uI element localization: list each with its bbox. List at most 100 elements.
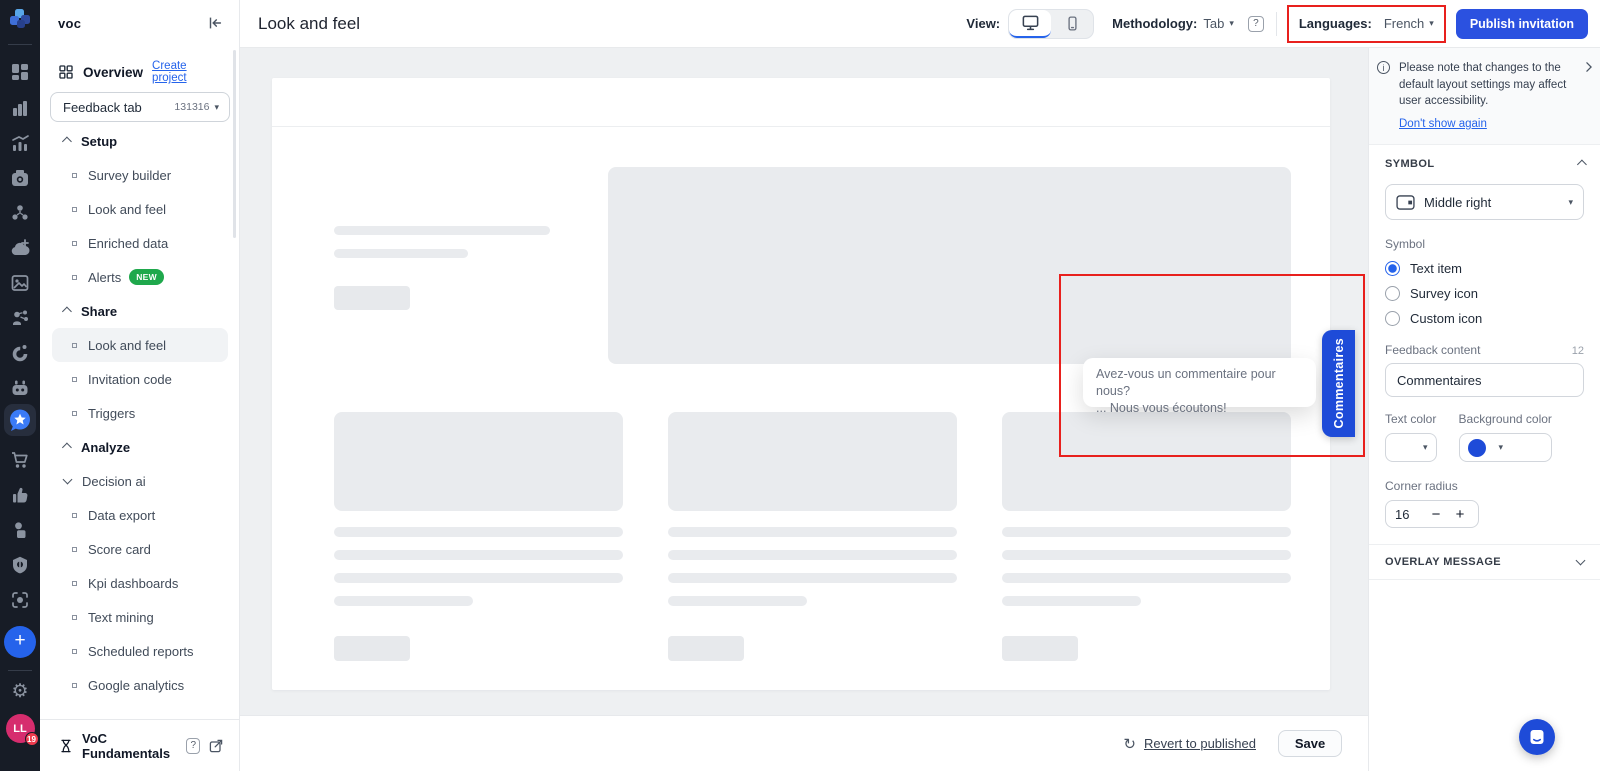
- sidebar-item-look-and-feel[interactable]: Look and feel: [52, 328, 228, 362]
- position-dropdown[interactable]: Middle right ▾: [1385, 184, 1584, 220]
- collapse-sidebar-icon[interactable]: [206, 14, 224, 32]
- text-color-label: Text color: [1385, 412, 1437, 426]
- sidebar-item-invitation-code[interactable]: Invitation code: [52, 362, 228, 396]
- sidebar-section-share[interactable]: Share: [52, 294, 228, 328]
- symbol-radio-group: Text item Survey icon Custom icon: [1385, 261, 1584, 326]
- avatar[interactable]: LL19: [0, 714, 40, 743]
- bullet-icon: [72, 683, 77, 688]
- methodology-help-button[interactable]: ?: [1248, 16, 1264, 32]
- dashboard-icon[interactable]: [0, 62, 40, 82]
- image-icon[interactable]: [0, 273, 40, 293]
- shield-icon[interactable]: [0, 555, 40, 575]
- donut-icon[interactable]: [0, 343, 40, 363]
- sidebar-item-decision-ai[interactable]: Decision ai: [52, 464, 228, 498]
- bullet-icon: [72, 513, 77, 518]
- sidebar-item-triggers[interactable]: Triggers: [52, 396, 228, 430]
- gear-icon[interactable]: ⚙: [0, 682, 40, 702]
- logo: [0, 8, 40, 30]
- desktop-view-button[interactable]: [1009, 10, 1051, 38]
- sidebar-item-kpi-dashboards[interactable]: Kpi dashboards: [52, 566, 228, 600]
- sidebar-section-setup[interactable]: Setup: [52, 124, 228, 158]
- sidebar-item-scheduled-reports[interactable]: Scheduled reports: [52, 634, 228, 668]
- new-badge: NEW: [129, 269, 164, 285]
- sidebar-item-google-analytics[interactable]: Google analytics: [52, 668, 228, 702]
- publish-invitation-button[interactable]: Publish invitation: [1456, 9, 1588, 39]
- network-icon[interactable]: [0, 308, 40, 328]
- radio-custom-icon[interactable]: Custom icon: [1385, 311, 1584, 326]
- add-button[interactable]: +: [0, 626, 40, 658]
- sidebar-item-alerts[interactable]: AlertsNEW: [52, 260, 228, 294]
- feedback-content-input[interactable]: [1385, 363, 1584, 397]
- help-icon[interactable]: ?: [186, 738, 200, 754]
- revert-to-published-link[interactable]: ↻ Revert to published: [1123, 735, 1256, 753]
- radio-survey-icon[interactable]: Survey icon: [1385, 286, 1584, 301]
- background-color-swatch: [1468, 439, 1486, 457]
- overview-grid-icon: [58, 64, 74, 80]
- view-toggle: [1008, 9, 1094, 39]
- bullet-icon: [72, 343, 77, 348]
- sidebar-item-data-export[interactable]: Data export: [52, 498, 228, 532]
- overlay-message-section: OVERLAY MESSAGE: [1369, 544, 1600, 580]
- refresh-icon: ↻: [1123, 735, 1136, 753]
- overlay-message-title: OVERLAY MESSAGE: [1385, 556, 1501, 568]
- bar-chart-icon[interactable]: [0, 98, 40, 118]
- chevron-right-icon[interactable]: [1582, 60, 1596, 74]
- external-link-icon[interactable]: [208, 738, 224, 754]
- skeleton-line: [334, 226, 550, 235]
- sidebar-item-look-and-feel[interactable]: Look and feel: [52, 192, 228, 226]
- topbar: Look and feel View: Methodology: Tab ▾ ?…: [240, 0, 1600, 48]
- sidebar-scrollbar[interactable]: [233, 50, 236, 238]
- sidebar-item-score-card[interactable]: Score card: [52, 532, 228, 566]
- mobile-icon: [1064, 15, 1081, 32]
- decrease-button[interactable]: −: [1427, 506, 1445, 523]
- background-color-dropdown[interactable]: ▾: [1459, 433, 1552, 462]
- create-project-link[interactable]: Create project: [152, 60, 224, 84]
- bullet-icon: [72, 615, 77, 620]
- radio-text-item[interactable]: Text item: [1385, 261, 1584, 276]
- sidebar-item-enriched-data[interactable]: Enriched data: [52, 226, 228, 260]
- preview-canvas: Avez-vous un commentaire pour nous? ... …: [240, 48, 1368, 715]
- symbol-section-header[interactable]: SYMBOL: [1385, 158, 1584, 170]
- robot-icon[interactable]: [0, 378, 40, 398]
- save-button[interactable]: Save: [1278, 730, 1342, 757]
- languages-label: Languages:: [1299, 16, 1372, 31]
- bullet-icon: [72, 547, 77, 552]
- feedback-tab-button[interactable]: Commentaires: [1322, 330, 1355, 437]
- voc-fundamentals-link[interactable]: VoC Fundamentals: [82, 731, 178, 761]
- skeleton-columns: [334, 412, 1291, 661]
- team-icon[interactable]: [0, 203, 40, 223]
- cloud-add-icon[interactable]: [0, 238, 40, 258]
- sidebar-section-analyze[interactable]: Analyze: [52, 430, 228, 464]
- text-color-dropdown[interactable]: ▾: [1385, 433, 1437, 462]
- thumbs-up-icon[interactable]: [0, 485, 40, 505]
- mobile-view-button[interactable]: [1051, 10, 1093, 38]
- increase-button[interactable]: +: [1451, 506, 1469, 523]
- plus-icon: +: [4, 626, 36, 658]
- symbol-section: SYMBOL Middle right ▾ Symbol Text itemSu…: [1369, 145, 1600, 528]
- user-icon[interactable]: [0, 520, 40, 540]
- methodology-dropdown[interactable]: Tab: [1203, 16, 1224, 31]
- project-selector[interactable]: Feedback tab 131316 ▾: [50, 92, 230, 122]
- sidebar-sections: SetupSurvey builderLook and feelEnriched…: [40, 124, 240, 702]
- languages-dropdown[interactable]: French: [1384, 16, 1424, 31]
- chat-launcher-button[interactable]: [1519, 719, 1555, 755]
- project-selector-count: 131316: [174, 101, 209, 113]
- trend-chart-icon[interactable]: [0, 133, 40, 153]
- chevron-down-icon: ▾: [1568, 197, 1573, 208]
- sidebar-item-overview[interactable]: Overview: [83, 65, 143, 80]
- skeleton-column: [334, 412, 623, 661]
- mock-page-header: [272, 78, 1330, 127]
- overlay-message-section-header[interactable]: OVERLAY MESSAGE: [1385, 556, 1584, 568]
- icon-rail: + ⚙ LL19: [0, 0, 40, 771]
- bullet-icon: [72, 411, 77, 416]
- camera-icon[interactable]: [0, 168, 40, 188]
- sidebar-item-survey-builder[interactable]: Survey builder: [52, 158, 228, 192]
- feedback-chat-icon[interactable]: [0, 404, 40, 436]
- radio-button: [1385, 286, 1400, 301]
- cart-icon[interactable]: [0, 450, 40, 470]
- scan-icon[interactable]: [0, 590, 40, 610]
- chevron-up-icon: [62, 442, 72, 452]
- dont-show-again-link[interactable]: Don't show again: [1399, 118, 1487, 130]
- sidebar-item-text-mining[interactable]: Text mining: [52, 600, 228, 634]
- page-title: Look and feel: [258, 14, 360, 34]
